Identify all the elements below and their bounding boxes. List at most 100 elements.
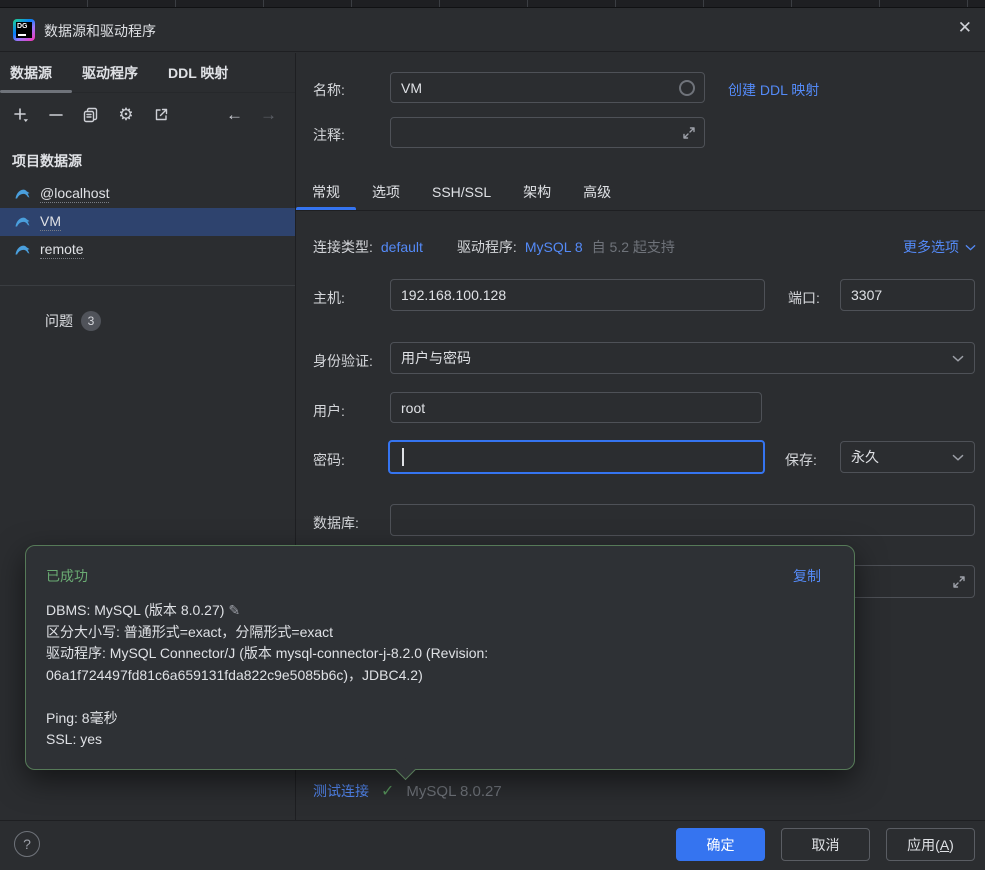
- expand-icon[interactable]: [682, 126, 696, 140]
- test-connection-row: 测试连接 ✓ MySQL 8.0.27: [313, 781, 502, 801]
- data-source-name: @localhost: [40, 185, 109, 203]
- dialog-title: 数据源和驱动程序: [44, 21, 156, 41]
- open-in-new-icon[interactable]: [152, 106, 170, 124]
- tab-options[interactable]: 选项: [356, 175, 416, 210]
- driver-label: 驱动程序:: [457, 237, 517, 257]
- data-source-name: VM: [40, 213, 61, 231]
- sidebar-tabs: 数据源 驱动程序 DDL 映射: [0, 53, 295, 93]
- popup-blank-line: [46, 686, 834, 708]
- test-connection-link[interactable]: 测试连接: [313, 781, 369, 801]
- port-label: 端口:: [788, 288, 820, 308]
- tab-advanced[interactable]: 高级: [567, 175, 627, 210]
- data-sources-dialog: DG 数据源和驱动程序 ✕ 数据源 驱动程序 DDL 映射 ⚙ ← → 项目数据…: [0, 0, 985, 870]
- create-ddl-mapping-link[interactable]: 创建 DDL 映射: [728, 80, 819, 100]
- settings-tabs: 常规 选项 SSH/SSL 架构 高级: [296, 175, 985, 211]
- user-input[interactable]: [390, 392, 762, 423]
- datagrip-logo-bar: [18, 34, 26, 36]
- check-icon: ✓: [381, 781, 394, 801]
- list-item-localhost[interactable]: @localhost: [0, 180, 295, 208]
- test-result-text: MySQL 8.0.27: [406, 783, 501, 800]
- sidebar-separator: [0, 285, 295, 286]
- auth-value: 用户与密码: [401, 348, 471, 368]
- password-field-wrap: [388, 440, 765, 474]
- list-item-remote[interactable]: remote: [0, 236, 295, 264]
- connection-success-popup: 已成功 复制 DBMS: MySQL (版本 8.0.27)✎ 区分大小写: 普…: [25, 545, 855, 770]
- problems-label: 问题: [45, 311, 73, 331]
- pencil-icon[interactable]: ✎: [228, 602, 240, 618]
- connection-type-value-link[interactable]: default: [381, 239, 423, 255]
- name-field-wrap: [390, 72, 705, 103]
- tab-general[interactable]: 常规: [296, 175, 356, 210]
- driver-value-link[interactable]: MySQL 8: [525, 239, 583, 255]
- mysql-icon: [14, 214, 30, 230]
- chevron-down-icon: [952, 454, 964, 461]
- popup-line-revision: 06a1f724497fd81c6a659131fda822c9e5085b6c…: [46, 665, 834, 687]
- password-input[interactable]: [390, 449, 763, 465]
- problems-count-badge: 3: [81, 311, 101, 331]
- popup-line-driver: 驱动程序: MySQL Connector/J (版本 mysql-connec…: [46, 643, 834, 665]
- name-status-spinner-icon: [679, 80, 695, 96]
- datagrip-logo-icon: DG: [13, 19, 35, 41]
- more-options-link[interactable]: 更多选项: [903, 237, 976, 257]
- comment-label: 注释:: [313, 125, 345, 145]
- chevron-down-icon: [965, 244, 976, 251]
- popup-line-dbms: DBMS: MySQL (版本 8.0.27)✎: [46, 600, 834, 622]
- popup-body: DBMS: MySQL (版本 8.0.27)✎ 区分大小写: 普通形式=exa…: [46, 600, 834, 751]
- add-data-source-icon[interactable]: [12, 106, 30, 124]
- connection-type-row: 连接类型: default 驱动程序: MySQL 8 自 5.2 起支持: [313, 237, 973, 257]
- expand-icon[interactable]: [952, 575, 966, 589]
- remove-data-source-icon[interactable]: [47, 106, 65, 124]
- background-ide-strip: [0, 0, 985, 8]
- duplicate-icon[interactable]: [82, 106, 100, 124]
- gear-icon[interactable]: ⚙: [117, 106, 135, 124]
- auth-label: 身份验证:: [313, 351, 373, 371]
- connection-type-label: 连接类型:: [313, 237, 373, 257]
- popup-status: 已成功: [46, 566, 88, 586]
- sidebar-toolbar: ⚙ ← →: [0, 95, 295, 135]
- ok-button[interactable]: 确定: [676, 828, 765, 861]
- save-label: 保存:: [785, 450, 817, 470]
- comment-field-wrap: [390, 117, 705, 148]
- apply-button[interactable]: 应用(A): [886, 828, 975, 861]
- popup-line-ping: Ping: 8毫秒: [46, 708, 834, 730]
- name-label: 名称:: [313, 80, 345, 100]
- forward-arrow-icon: →: [260, 105, 277, 125]
- tab-ddl-mappings[interactable]: DDL 映射: [168, 63, 228, 83]
- tab-ssh-ssl[interactable]: SSH/SSL: [416, 175, 507, 210]
- password-label: 密码:: [313, 450, 345, 470]
- footer-separator: [0, 820, 985, 821]
- copy-link[interactable]: 复制: [793, 566, 821, 586]
- dialog-titlebar: DG 数据源和驱动程序 ✕: [0, 8, 985, 52]
- data-source-name: remote: [40, 241, 84, 259]
- driver-note: 自 5.2 起支持: [592, 237, 675, 257]
- save-select[interactable]: 永久: [840, 441, 975, 473]
- comment-input[interactable]: [391, 125, 682, 141]
- port-input[interactable]: [840, 279, 975, 311]
- text-caret: [402, 448, 404, 466]
- list-item-vm[interactable]: VM: [0, 208, 295, 236]
- mysql-icon: [14, 186, 30, 202]
- more-options-label: 更多选项: [903, 237, 959, 257]
- host-input[interactable]: [390, 279, 765, 311]
- cancel-button[interactable]: 取消: [781, 828, 870, 861]
- project-data-sources-title: 项目数据源: [12, 151, 82, 171]
- mysql-icon: [14, 242, 30, 258]
- sidebar-active-tab-underline: [0, 90, 72, 93]
- back-arrow-icon[interactable]: ←: [226, 105, 243, 125]
- help-icon[interactable]: ?: [14, 831, 40, 857]
- save-value: 永久: [851, 447, 879, 467]
- database-label: 数据库:: [313, 513, 359, 533]
- name-input[interactable]: [391, 80, 679, 96]
- auth-select[interactable]: 用户与密码: [390, 342, 975, 374]
- problems-link[interactable]: 问题 3: [45, 311, 101, 331]
- chevron-down-icon: [952, 355, 964, 362]
- database-input[interactable]: [390, 504, 975, 536]
- tab-data-sources[interactable]: 数据源: [10, 63, 52, 83]
- close-icon[interactable]: ✕: [958, 18, 972, 38]
- user-label: 用户:: [313, 401, 345, 421]
- popup-line-ssl: SSL: yes: [46, 729, 834, 751]
- tab-drivers[interactable]: 驱动程序: [82, 63, 138, 83]
- tab-schemas[interactable]: 架构: [507, 175, 567, 210]
- host-label: 主机:: [313, 288, 345, 308]
- popup-line-case: 区分大小写: 普通形式=exact，分隔形式=exact: [46, 622, 834, 644]
